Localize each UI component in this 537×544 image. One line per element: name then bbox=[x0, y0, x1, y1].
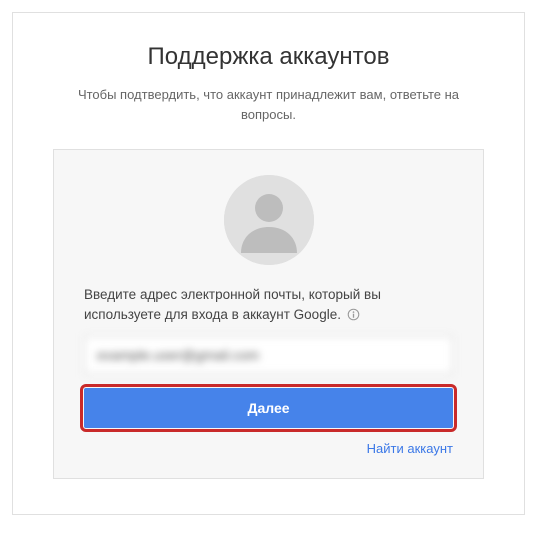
page-subtitle: Чтобы подтвердить, что аккаунт принадлеж… bbox=[53, 85, 484, 124]
person-icon bbox=[224, 175, 314, 265]
page-title: Поддержка аккаунтов bbox=[53, 43, 484, 71]
account-support-page: Поддержка аккаунтов Чтобы подтвердить, ч… bbox=[12, 12, 525, 515]
instruction-label: Введите адрес электронной почты, который… bbox=[84, 287, 381, 322]
avatar bbox=[224, 175, 314, 265]
email-field[interactable] bbox=[84, 336, 453, 374]
find-account-link[interactable]: Найти аккаунт bbox=[367, 441, 453, 456]
next-button[interactable]: Далее bbox=[84, 388, 453, 428]
avatar-container bbox=[84, 175, 453, 265]
recovery-card: Введите адрес электронной почты, который… bbox=[53, 149, 484, 479]
instruction-text: Введите адрес электронной почты, который… bbox=[84, 285, 453, 324]
info-icon[interactable] bbox=[347, 308, 360, 321]
find-account-row: Найти аккаунт bbox=[84, 440, 453, 458]
